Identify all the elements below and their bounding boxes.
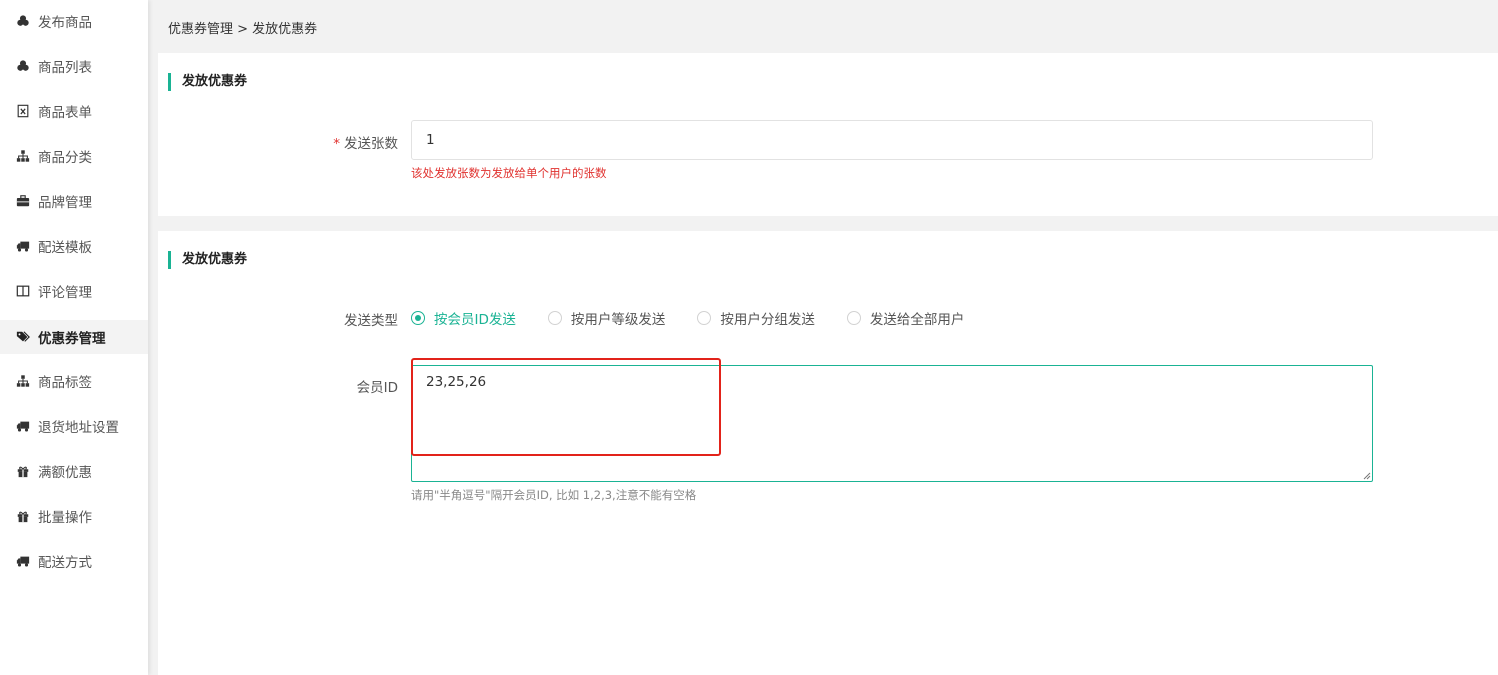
resize-grip-icon[interactable] xyxy=(1361,470,1371,480)
sidebar-item-label: 配送模板 xyxy=(38,240,92,256)
radio-dot xyxy=(547,311,562,325)
radio-by-user-level[interactable]: 按用户等级发送 xyxy=(547,308,666,328)
sidebar-item-product-list[interactable]: 商品列表 xyxy=(0,49,148,83)
sidebar-item-batch-operation[interactable]: 批量操作 xyxy=(0,499,148,533)
radio-dot-checked xyxy=(411,311,425,325)
sidebar-item-return-address[interactable]: 退货地址设置 xyxy=(0,409,148,443)
member-id-label: 会员ID xyxy=(356,380,398,396)
cubes-icon xyxy=(15,13,31,29)
sidebar-item-label: 商品分类 xyxy=(38,150,92,166)
radio-by-member-id[interactable]: 按会员ID发送 xyxy=(411,308,516,328)
sidebar-item-label: 批量操作 xyxy=(38,510,92,526)
section-title: 发放优惠券 xyxy=(168,73,247,91)
radio-label: 发送给全部用户 xyxy=(869,312,965,328)
sidebar-item-label: 优惠券管理 xyxy=(38,331,106,347)
send-count-label: * 发送张数 xyxy=(158,132,398,152)
radio-label: 按用户分组发送 xyxy=(720,312,815,328)
sidebar-item-product-tags[interactable]: 商品标签 xyxy=(0,364,148,398)
send-count-input[interactable]: 1 xyxy=(411,120,1373,160)
sidebar-item-product-form[interactable]: 商品表单 xyxy=(0,94,148,128)
sidebar-item-label: 评论管理 xyxy=(38,285,92,301)
columns-icon xyxy=(15,283,31,299)
breadcrumb: 优惠券管理 > 发放优惠券 xyxy=(168,22,318,37)
radio-dot xyxy=(697,311,712,325)
section-title: 发放优惠券 xyxy=(168,251,247,269)
send-count-panel: 发放优惠券 * 发送张数 1 该处发放张数为发放给单个用户的张数 xyxy=(158,53,1498,216)
sidebar-item-coupons[interactable]: 优惠券管理 xyxy=(0,320,148,354)
send-count-label-text: 发送张数 xyxy=(344,136,398,152)
sidebar-item-product-category[interactable]: 商品分类 xyxy=(0,139,148,173)
sidebar-item-shipping-template[interactable]: 配送模板 xyxy=(0,229,148,263)
cubes-icon xyxy=(15,58,31,74)
sidebar-item-label: 商品标签 xyxy=(38,375,92,391)
sidebar-item-label: 发布商品 xyxy=(38,15,92,31)
sidebar-item-label: 满额优惠 xyxy=(38,465,92,481)
sidebar-item-label: 商品表单 xyxy=(38,105,92,121)
truck-icon xyxy=(15,553,31,569)
radio-label: 按会员ID发送 xyxy=(434,312,516,328)
radio-by-user-group[interactable]: 按用户分组发送 xyxy=(697,308,815,328)
sidebar-item-label: 配送方式 xyxy=(38,555,92,571)
radio-all-users[interactable]: 发送给全部用户 xyxy=(846,308,965,328)
sidebar-item-brand[interactable]: 品牌管理 xyxy=(0,184,148,218)
briefcase-icon xyxy=(15,193,31,209)
send-type-radio-group: 按会员ID发送 按用户等级发送 按用户分组发送 发送给全部用户 xyxy=(411,308,996,328)
radio-dot xyxy=(846,311,861,325)
tags-icon xyxy=(15,329,31,345)
sidebar-item-comments[interactable]: 评论管理 xyxy=(0,274,148,308)
gift-icon xyxy=(15,463,31,479)
sidebar-item-label: 退货地址设置 xyxy=(38,420,119,436)
sidebar-item-label: 品牌管理 xyxy=(38,195,92,211)
required-mark: * xyxy=(333,136,340,152)
highlight-annotation xyxy=(411,358,721,456)
member-id-hint: 请用"半角逗号"隔开会员ID, 比如 1,2,3,注意不能有空格 xyxy=(411,488,697,502)
gift-icon xyxy=(15,508,31,524)
sidebar: 发布商品 商品列表 商品表单 商品分类 品牌管理 配送模板 评论管理 优惠券管理… xyxy=(0,0,148,675)
truck-icon xyxy=(15,238,31,254)
radio-label: 按用户等级发送 xyxy=(570,312,666,328)
excel-file-icon xyxy=(15,103,31,119)
sitemap-icon xyxy=(15,373,31,389)
sidebar-item-delivery-method[interactable]: 配送方式 xyxy=(0,544,148,578)
send-count-hint: 该处发放张数为发放给单个用户的张数 xyxy=(411,166,607,180)
send-target-panel: 发放优惠券 发送类型 按会员ID发送 按用户等级发送 按用户分组发送 发送给全部… xyxy=(158,231,1498,675)
send-type-label: 发送类型 xyxy=(344,313,398,329)
sidebar-item-full-discount[interactable]: 满额优惠 xyxy=(0,454,148,488)
sidebar-item-label: 商品列表 xyxy=(38,60,92,76)
truck-icon xyxy=(15,418,31,434)
sidebar-item-publish-product[interactable]: 发布商品 xyxy=(0,4,148,38)
sitemap-icon xyxy=(15,148,31,164)
